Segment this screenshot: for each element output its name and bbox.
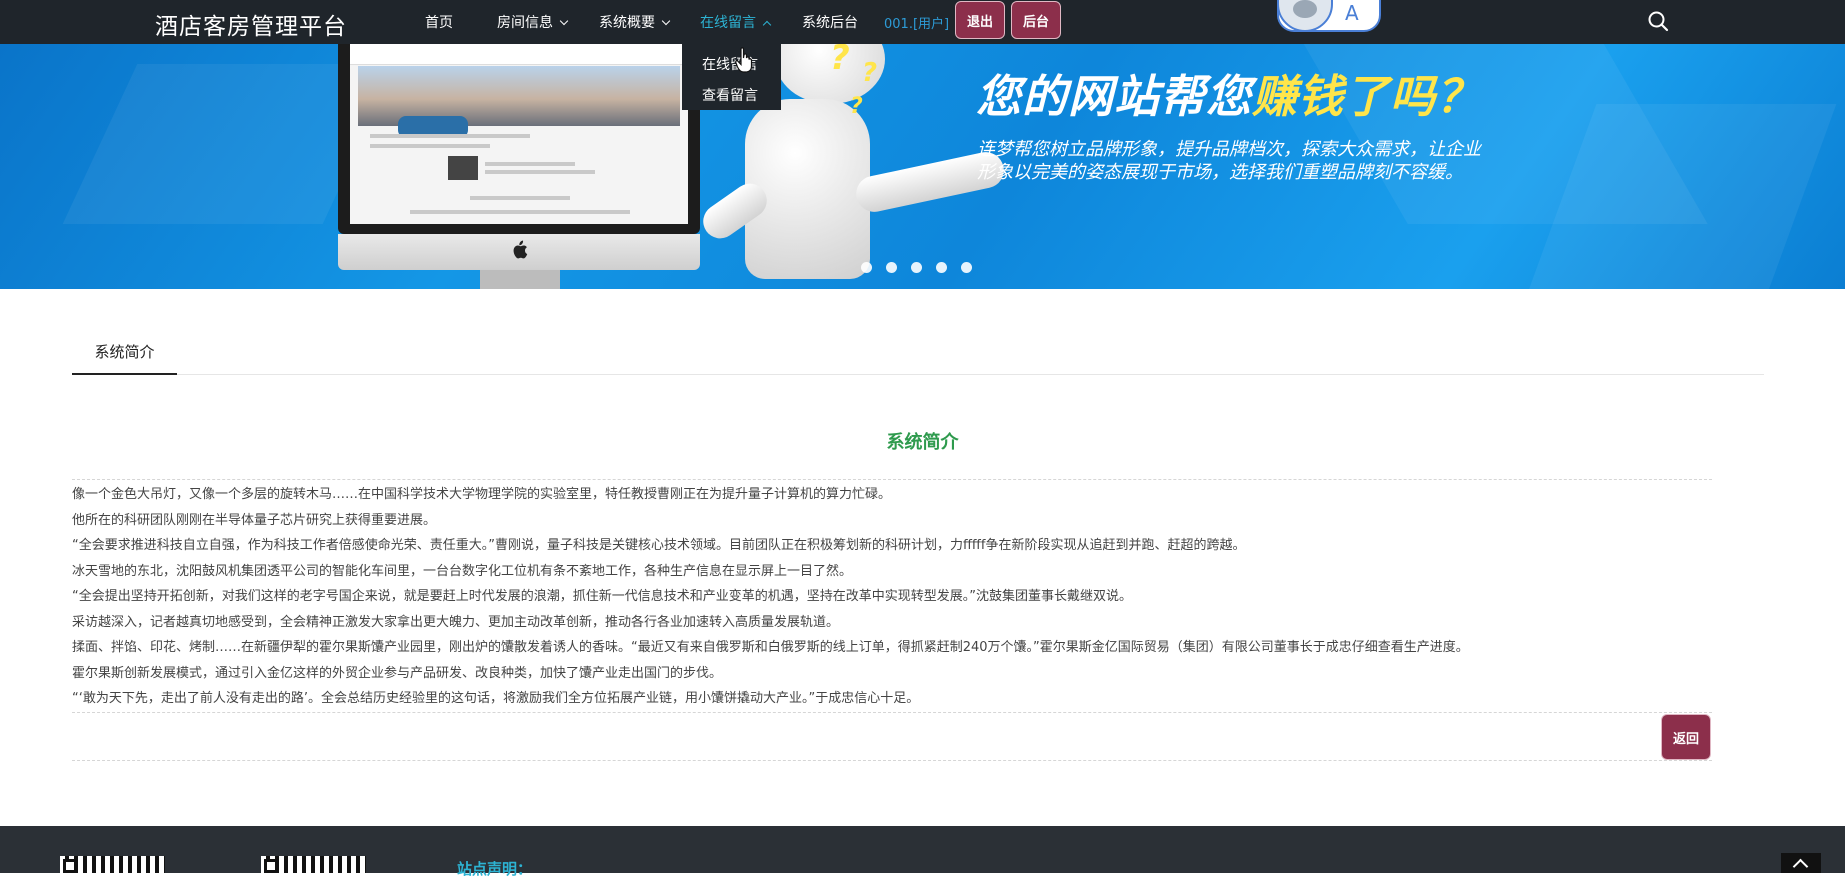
site-notice-heading: 站点声明： [457, 860, 533, 878]
screen-header [350, 44, 688, 65]
qr-code-icon [261, 856, 366, 873]
content-paragraph: “‘敢为天下先，走出了前人没有走出的路’。全会总结历史经验里的这句话，将激励我们… [72, 691, 920, 706]
screen-qr [448, 156, 478, 180]
banner-subtext: 连梦帮您树立品牌形象，提升品牌档次，探索大众需求，让企业形象以完美的姿态展现于市… [977, 139, 1481, 183]
nav-item-rooms[interactable]: 房间信息 [497, 12, 569, 32]
backend-button[interactable]: 后台 [1011, 1, 1061, 39]
content-divider [72, 760, 1712, 761]
back-button[interactable]: 返回 [1661, 714, 1711, 760]
screen-photo [358, 66, 680, 138]
nav-item-admin[interactable]: 系统后台 [802, 12, 858, 32]
apple-logo-icon [513, 240, 528, 259]
messages-dropdown-menu: 在线留言 查看留言 [682, 44, 781, 110]
paragraph-list: 像一个金色大吊灯，又像一个多层的旋转木马……在中国科学技术大学物理学院的实验室里… [72, 482, 1469, 712]
banner-monitor-image [338, 44, 700, 234]
content-paragraph: 冰天雪地的东北，沈阳鼓风机集团透平公司的智能化车间里，一台台数字化工位机有条不紊… [72, 563, 853, 579]
carousel-dot[interactable] [886, 262, 897, 273]
search-icon[interactable] [1647, 10, 1669, 32]
chevron-up-icon [762, 20, 772, 30]
hand-cursor-icon [735, 47, 753, 73]
nav-item-label: 系统后台 [802, 15, 858, 31]
nav-item-home[interactable]: 首页 [425, 12, 453, 32]
logout-button[interactable]: 退出 [955, 1, 1005, 39]
banner-headline-highlight: 赚钱了吗？ [1252, 70, 1483, 123]
monitor-stand [480, 270, 560, 289]
content-title: 系统简介 [886, 432, 959, 453]
content-body: 像一个金色大吊灯，又像一个多层的旋转木马……在中国科学技术大学物理学院的实验室里… [72, 479, 1712, 713]
screen-text-line [485, 162, 575, 166]
nav-item-label: 房间信息 [497, 15, 553, 31]
site-footer: 站点声明： [0, 826, 1845, 878]
top-navbar: 酒店客房管理平台 首页 房间信息 系统概要 在线留言 系统后台 001.[用户]… [0, 0, 1845, 44]
hero-banner[interactable]: ? ? ? 您的网站帮您赚钱了吗？ 连梦帮您树立品牌形象，提升品牌档次，探索大众… [0, 44, 1845, 289]
avatar [1277, 0, 1333, 32]
banner-figure-body [745, 99, 870, 279]
content-paragraph: 采访越深入，记者越真切地感受到，全会精神正激发大家拿出更大魄力、更加主动改革创新… [72, 614, 840, 630]
current-user-label[interactable]: 001.[用户] [884, 13, 949, 32]
question-mark-icon: ? [830, 44, 850, 78]
tab-system-intro[interactable]: 系统简介 [72, 330, 177, 375]
site-brand[interactable]: 酒店客房管理平台 [155, 7, 347, 41]
back-to-top-button[interactable] [1781, 853, 1821, 873]
content-paragraph: “全会提出坚持开拓创新，对我们这样的老字号国企来说，就是要赶上时代发展的浪潮，抓… [72, 589, 1132, 604]
floating-avatar-widget[interactable]: A [1277, 0, 1381, 32]
content-paragraph: “全会要求推进科技自立自强，作为科技工作者倍感使命光荣、责任重大。”曹刚说，量子… [72, 538, 1246, 553]
monitor-screen [350, 44, 688, 224]
carousel-dot[interactable] [936, 262, 947, 273]
qr-code-icon [60, 856, 165, 873]
nav-item-label: 在线留言 [700, 15, 756, 31]
question-mark-icon: ? [862, 58, 878, 88]
content-paragraph: 揉面、拌馅、印花、烤制……在新疆伊犁的霍尔果斯馕产业园里，刚出炉的馕散发着诱人的… [72, 640, 1469, 655]
content-paragraph: 像一个金色大吊灯，又像一个多层的旋转木马……在中国科学技术大学物理学院的实验室里… [72, 487, 892, 502]
screen-text-line [370, 134, 530, 138]
banner-headline-prefix: 您的网站帮您 [976, 70, 1253, 123]
carousel-dot[interactable] [911, 262, 922, 273]
nav-item-label: 首页 [425, 15, 453, 31]
question-mark-icon: ? [850, 94, 863, 119]
carousel-dots [861, 262, 972, 273]
carousel-dot[interactable] [861, 262, 872, 273]
screen-text-line [370, 144, 490, 148]
dropdown-item-view-messages[interactable]: 查看留言 [702, 85, 758, 105]
content-paragraph: 他所在的科研团队刚刚在半导体量子芯片研究上获得重要进展。 [72, 512, 437, 528]
screen-text-line [485, 170, 595, 174]
chevron-down-icon [661, 16, 671, 26]
nav-item-label: 系统概要 [599, 15, 655, 31]
chevron-down-icon [559, 16, 569, 26]
content-paragraph: 霍尔果斯创新发展模式，通过引入金亿这样的外贸企业参与产品研发、改良种类，加快了馕… [72, 665, 723, 681]
screen-text-line [470, 196, 570, 200]
banner-headline: 您的网站帮您赚钱了吗？ [976, 60, 1482, 125]
carousel-dot[interactable] [961, 262, 972, 273]
screen-text-line [410, 210, 630, 214]
section-tab-bar: 系统简介 [72, 330, 1764, 375]
nav-item-messages[interactable]: 在线留言 [700, 12, 772, 32]
avatar-letter: A [1345, 1, 1359, 25]
nav-item-overview[interactable]: 系统概要 [599, 12, 671, 32]
